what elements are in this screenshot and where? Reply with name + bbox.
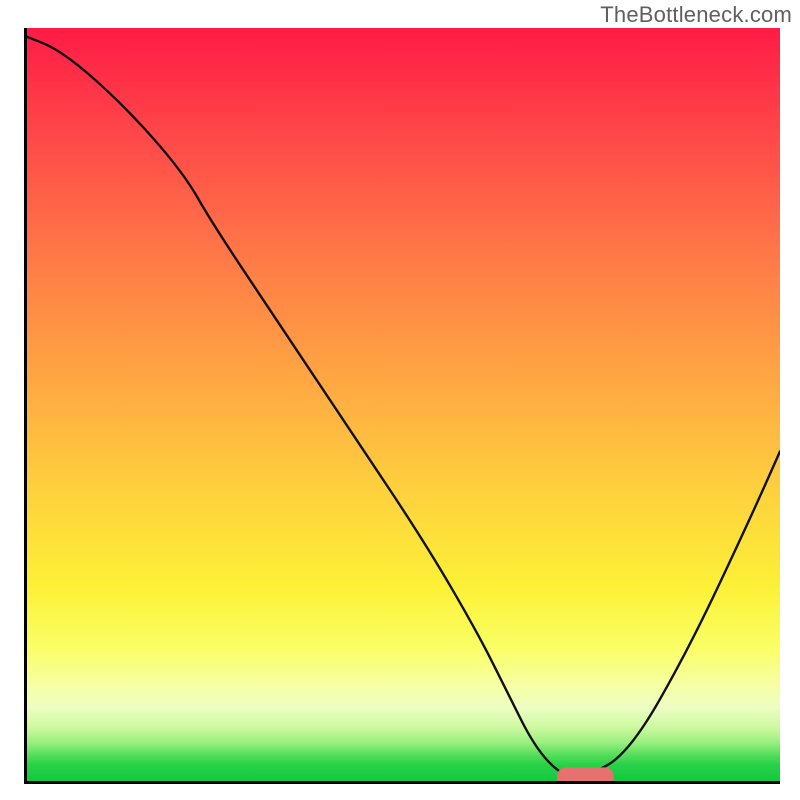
watermark-label: TheBottleneck.com [600,2,792,28]
x-axis [24,781,780,784]
y-axis [24,28,27,784]
chart-area [24,28,780,784]
series-bottleneck-curve [24,36,780,777]
chart-svg [24,28,780,784]
